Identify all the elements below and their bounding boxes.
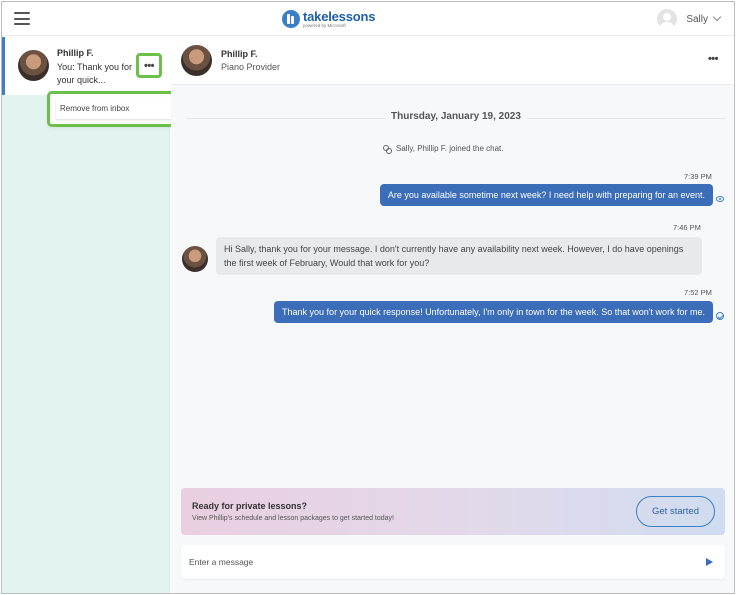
logo-icon	[282, 10, 300, 28]
date-divider: Thursday, January 19, 2023	[187, 109, 725, 127]
message-time: 7:52 PM	[684, 288, 712, 297]
remove-from-inbox-button[interactable]: Remove from inbox	[56, 99, 172, 119]
promo-subtitle: View Phillip's schedule and lesson packa…	[192, 515, 394, 522]
chat-header: Phillip F. Piano Provider •••	[171, 37, 734, 85]
brand-name: takelessons	[303, 8, 376, 24]
avatar	[18, 50, 49, 81]
more-icon[interactable]: •••	[136, 53, 162, 78]
outgoing-message: Thank you for your quick response! Unfor…	[274, 301, 713, 323]
send-icon[interactable]	[706, 558, 713, 566]
avatar	[182, 246, 208, 272]
joined-text: Sally, Phillip F. joined the chat.	[396, 144, 504, 153]
app-window: takelessons powered by Microsoft Sally P…	[1, 1, 735, 594]
chevron-down-icon	[712, 12, 722, 22]
brand-logo[interactable]: takelessons powered by Microsoft	[282, 8, 375, 30]
incoming-message: Hi Sally, thank you for your message. I …	[216, 237, 702, 275]
message-input[interactable]	[181, 545, 691, 579]
message-time: 7:39 PM	[684, 172, 712, 181]
context-menu: Remove from inbox	[47, 91, 178, 127]
people-icon	[383, 144, 392, 154]
seen-icon	[716, 196, 724, 202]
chat-panel: Phillip F. Piano Provider ••• Thursday, …	[171, 37, 734, 593]
more-icon[interactable]: •••	[708, 53, 719, 65]
brand-subtitle: powered by Microsoft	[303, 22, 346, 28]
promo-title: Ready for private lessons?	[192, 501, 308, 511]
conversation-name: Phillip F.	[57, 48, 94, 58]
date-label: Thursday, January 19, 2023	[385, 111, 527, 122]
get-started-button[interactable]: Get started	[636, 496, 715, 527]
avatar	[181, 45, 212, 76]
check-icon	[716, 312, 724, 320]
menu-icon[interactable]	[14, 12, 30, 25]
user-menu[interactable]: Sally	[657, 9, 722, 29]
message-time: 7:46 PM	[673, 223, 701, 232]
conversation-item[interactable]: Phillip F. You: Thank you for your quick…	[2, 37, 170, 95]
joined-notice: Sally, Phillip F. joined the chat.	[383, 144, 504, 154]
user-avatar-icon	[657, 9, 678, 29]
provider-role: Piano Provider	[221, 62, 281, 72]
message-composer	[181, 545, 725, 579]
user-name: Sally	[686, 13, 708, 25]
promo-banner: Ready for private lessons? View Phillip'…	[181, 488, 725, 535]
outgoing-message: Are you available sometime next week? I …	[379, 184, 713, 206]
top-bar: takelessons powered by Microsoft Sally	[2, 2, 734, 36]
provider-name: Phillip F.	[221, 49, 258, 59]
conversation-snippet: You: Thank you for your quick...	[57, 62, 133, 85]
